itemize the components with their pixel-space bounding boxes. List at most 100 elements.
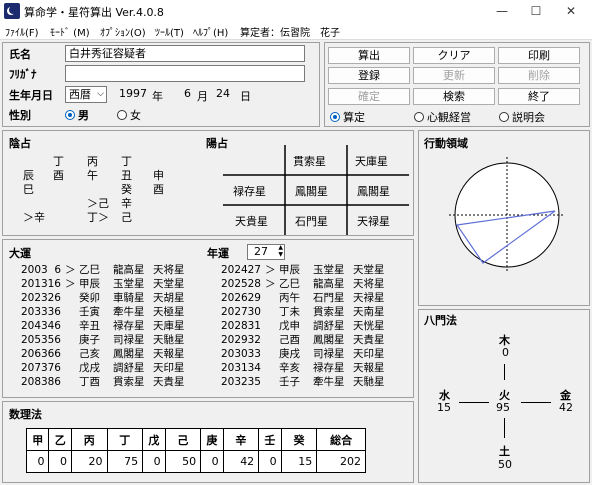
close-button[interactable]: ✕ bbox=[553, 0, 589, 22]
hachimon-panel: 八門法 木 0 水 15 火 95 金 42 土 50 bbox=[418, 309, 590, 483]
luck-cell: 76 bbox=[47, 362, 61, 374]
mode-setsumei-radio[interactable]: 説明会 bbox=[499, 109, 545, 125]
day-input[interactable]: 24 bbox=[213, 86, 235, 103]
calc-button[interactable]: 算出 bbox=[328, 47, 410, 64]
mode-shinkan-radio[interactable]: 心観経営 bbox=[414, 109, 471, 125]
confirm-button[interactable]: 確定 bbox=[328, 88, 410, 105]
luck-row: 202326 癸卯 車騎星 天胡星 bbox=[21, 292, 193, 306]
suri-value-row: 0 0 20 75 0 50 0 42 0 15 202 bbox=[25, 450, 366, 473]
minimize-button[interactable]: — bbox=[484, 0, 520, 22]
month-input[interactable]: 6 bbox=[171, 86, 191, 103]
suri-header-cell: 丙 bbox=[70, 428, 108, 451]
luck-cell: 乙巳 bbox=[79, 264, 100, 276]
luck-cell: 天恍星 bbox=[353, 320, 385, 332]
update-button[interactable]: 更新 bbox=[413, 67, 495, 84]
search-button[interactable]: 検索 bbox=[413, 88, 495, 105]
mode-shinkan-label: 心観経営 bbox=[427, 111, 471, 124]
luck-cell: ＞ bbox=[265, 278, 276, 290]
menu-help[interactable]: ﾍﾙﾌﾟ(H) bbox=[193, 24, 228, 39]
luck-cell: 天禄星 bbox=[353, 292, 385, 304]
luck-cell: 2031 bbox=[221, 362, 248, 374]
menu-mode[interactable]: ﾓｰﾄﾞ (M) bbox=[50, 24, 90, 39]
yosen-cell: 貫索星 bbox=[293, 155, 326, 168]
male-label: 男 bbox=[78, 109, 89, 122]
radio-selected-icon bbox=[330, 112, 340, 122]
luck-row: 208386 丁酉 貫索星 天貴星 bbox=[21, 376, 193, 390]
female-radio[interactable]: 女 bbox=[117, 107, 141, 123]
window-title: 算命学・星符算出 Ver.4.0.8 bbox=[24, 6, 164, 19]
luck-cell: 31 bbox=[247, 320, 261, 332]
luck-cell: 庚子 bbox=[79, 334, 100, 346]
suri-header-cell: 丁 bbox=[106, 428, 144, 451]
inyo-cell: ＞辛 bbox=[23, 211, 45, 224]
suri-header-cell: 総合 bbox=[316, 428, 366, 451]
action-title: 行動領域 bbox=[424, 137, 468, 150]
year-input[interactable]: 1997 bbox=[116, 86, 147, 103]
inyo-cell: 丁＞ bbox=[87, 211, 109, 224]
delete-button[interactable]: 削除 bbox=[498, 67, 580, 84]
luck-cell: 龍高星 bbox=[113, 264, 145, 276]
luck-cell: 天南星 bbox=[353, 306, 385, 318]
luck-cell: 56 bbox=[47, 334, 61, 346]
operator-label: 算定者：伝習院 花子 bbox=[240, 28, 340, 39]
luck-cell: 2043 bbox=[21, 320, 48, 332]
luck-cell: 33 bbox=[247, 348, 261, 360]
luck-cell: 2003 bbox=[21, 264, 48, 276]
luck-cell: 丙午 bbox=[279, 292, 300, 304]
kana-input[interactable] bbox=[65, 65, 305, 82]
yosen-cell: 石門星 bbox=[295, 215, 328, 228]
nenun-spinner[interactable]: 27 ▲ ▼ bbox=[247, 244, 285, 260]
luck-cell: 天印星 bbox=[353, 348, 385, 360]
suri-value-cell: 42 bbox=[222, 450, 260, 473]
luck-cell: 禄存星 bbox=[113, 320, 145, 332]
connector bbox=[504, 364, 505, 380]
luck-row: 203336 壬寅 牽牛星 天極星 bbox=[21, 306, 193, 320]
male-radio[interactable]: 男 bbox=[65, 107, 89, 123]
mode-santei-label: 算定 bbox=[343, 111, 365, 124]
luck-cell: 天将星 bbox=[153, 264, 185, 276]
menu-tool[interactable]: ﾂｰﾙ(T) bbox=[155, 24, 184, 39]
luck-cell: 16 bbox=[47, 278, 61, 290]
luck-cell: 壬寅 bbox=[79, 306, 100, 318]
era-select[interactable]: 西暦 ⌵ bbox=[65, 86, 107, 103]
hachimon-east-value: 42 bbox=[559, 401, 573, 414]
luck-cell: 調舒星 bbox=[113, 362, 145, 374]
menu-file[interactable]: ﾌｧｲﾙ(F) bbox=[5, 24, 39, 39]
suri-header-cell: 乙 bbox=[48, 428, 72, 451]
print-button[interactable]: 印刷 bbox=[498, 47, 580, 64]
inyo-cell: 己 bbox=[121, 211, 132, 224]
luck-row: 202730 丁未 貫索星 天南星 bbox=[221, 306, 393, 320]
name-input[interactable]: 白井秀征容疑者 bbox=[65, 45, 305, 62]
luck-cell: 天極星 bbox=[153, 306, 185, 318]
luck-cell: 天堂星 bbox=[353, 264, 385, 276]
register-button[interactable]: 登録 bbox=[328, 67, 410, 84]
luck-cell: 禄存星 bbox=[313, 362, 345, 374]
luck-row: 204346 辛丑 禄存星 天庫星 bbox=[21, 320, 193, 334]
suri-value-cell: 20 bbox=[70, 450, 108, 473]
luck-cell: 戊戌 bbox=[79, 362, 100, 374]
birth-label: 生年月日 bbox=[9, 89, 53, 102]
luck-cell: 辛亥 bbox=[279, 362, 300, 374]
hachimon-south-label: 土 bbox=[499, 445, 510, 458]
sex-label: 性別 bbox=[9, 109, 31, 122]
luck-cell: 天馳星 bbox=[153, 334, 185, 346]
exit-button[interactable]: 終了 bbox=[498, 88, 580, 105]
suri-value-cell: 50 bbox=[164, 450, 202, 473]
menu-option[interactable]: ｵﾌﾟｼｮﾝ(O) bbox=[100, 24, 146, 39]
inyo-cell: 巳 bbox=[23, 183, 34, 196]
year-unit: 年 bbox=[152, 90, 163, 103]
inyo-cell: 午 bbox=[87, 169, 98, 182]
luck-cell: 辛丑 bbox=[79, 320, 100, 332]
mode-santei-radio[interactable]: 算定 bbox=[330, 109, 365, 125]
spinner-arrows-icon[interactable]: ▲ ▼ bbox=[278, 244, 283, 258]
inyo-yosen-panel: 陰占 丁丙丁辰酉午丑申巳癸酉＞己辛＞辛 丁＞己 陽占 貫索星 天庫星 禄存星 鳳閣… bbox=[2, 130, 414, 236]
connector bbox=[521, 402, 551, 403]
clear-button[interactable]: クリア bbox=[413, 47, 495, 64]
luck-cell: 天庫星 bbox=[153, 320, 185, 332]
suri-header-cell: 戊 bbox=[142, 428, 166, 451]
luck-cell: 36 bbox=[47, 306, 61, 318]
yosen-cell: 禄存星 bbox=[233, 185, 266, 198]
maximize-button[interactable]: ☐ bbox=[518, 0, 554, 22]
luck-cell: 30 bbox=[247, 306, 261, 318]
luck-cell: 石門星 bbox=[313, 292, 345, 304]
